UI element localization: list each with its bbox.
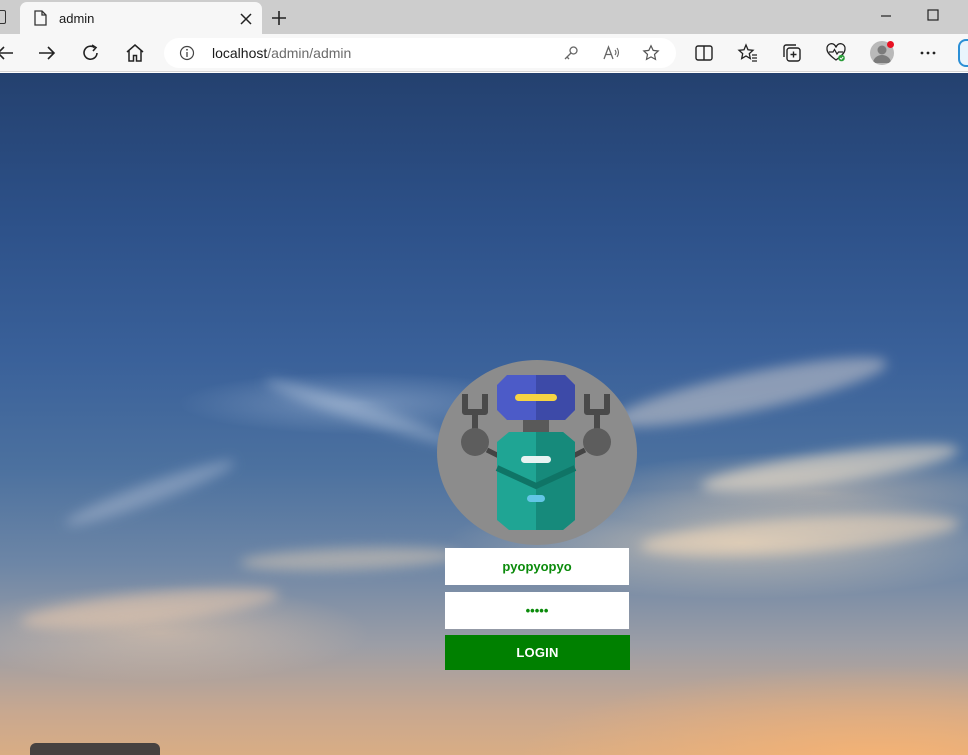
collections-icon[interactable] xyxy=(781,42,803,64)
key-icon[interactable] xyxy=(562,44,580,62)
password-input[interactable] xyxy=(445,592,629,629)
split-screen-icon[interactable] xyxy=(693,42,715,64)
tab-actions-icon[interactable] xyxy=(0,10,6,24)
robot-icon xyxy=(461,375,611,530)
login-form: LOGIN xyxy=(445,548,630,670)
tab-admin[interactable]: admin xyxy=(20,2,262,34)
cloud-decoration xyxy=(62,452,238,534)
refresh-icon[interactable] xyxy=(80,42,102,64)
url-host: localhost xyxy=(212,45,268,61)
browser-toolbar: localhost/admin/admin xyxy=(0,34,968,72)
plus-icon[interactable] xyxy=(270,9,288,27)
star-icon[interactable] xyxy=(642,44,660,62)
username-input[interactable] xyxy=(445,548,629,585)
login-button[interactable]: LOGIN xyxy=(445,635,630,670)
close-icon[interactable] xyxy=(238,11,254,27)
horizon-silhouette xyxy=(30,743,160,755)
maximize-icon[interactable] xyxy=(923,6,943,26)
login-page: LOGIN xyxy=(0,73,968,755)
tab-strip: admin xyxy=(0,0,968,34)
more-icon[interactable] xyxy=(917,42,939,64)
copilot-icon[interactable] xyxy=(958,39,968,67)
cloud-decoration xyxy=(609,344,891,440)
url-text[interactable]: localhost/admin/admin xyxy=(212,45,351,61)
notification-dot xyxy=(887,41,894,48)
read-aloud-icon[interactable] xyxy=(602,44,620,62)
home-icon[interactable] xyxy=(124,42,146,64)
back-icon[interactable] xyxy=(0,42,16,64)
favorites-icon[interactable] xyxy=(737,42,759,64)
cloud-decoration xyxy=(699,435,961,501)
performance-icon[interactable] xyxy=(825,42,847,64)
cloud-decoration xyxy=(19,579,281,637)
cloud-decoration xyxy=(239,544,461,574)
minimize-icon[interactable] xyxy=(876,6,896,26)
address-bar[interactable]: localhost/admin/admin xyxy=(164,38,676,68)
page-icon xyxy=(34,10,47,26)
url-path: /admin/admin xyxy=(267,45,352,61)
forward-icon[interactable] xyxy=(36,42,58,64)
cloud-decoration xyxy=(262,372,458,452)
cloud-decoration xyxy=(639,506,961,564)
info-icon[interactable] xyxy=(179,45,195,61)
tab-title: admin xyxy=(59,11,95,26)
